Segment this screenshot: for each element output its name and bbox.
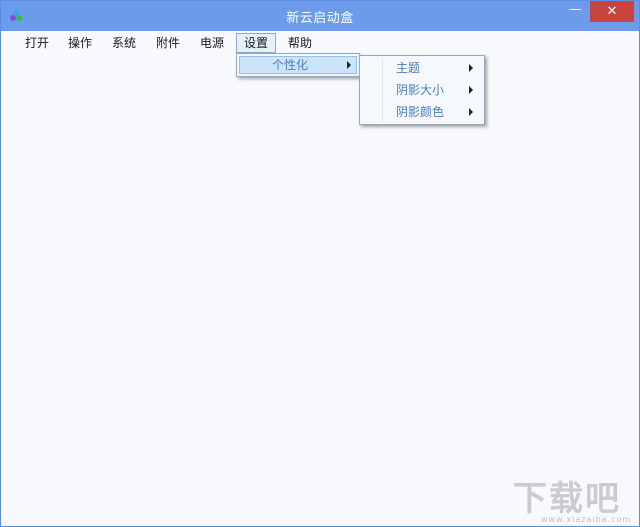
submenu-arrow-icon [469,86,473,94]
menu-power[interactable]: 电源 [193,33,231,53]
submenu-item-theme[interactable]: 主题 [362,57,482,79]
settings-dropdown: 个性化 [236,53,360,77]
menu-operation[interactable]: 操作 [61,33,99,53]
menu-help[interactable]: 帮助 [281,33,319,53]
menu-accessories[interactable]: 附件 [149,33,187,53]
window-title: 新云启动盒 [286,11,354,26]
personalize-submenu: 主题 阴影大小 阴影颜色 [359,55,485,125]
menu-item-personalize[interactable]: 个性化 [239,56,357,74]
menu-item-label: 个性化 [272,58,309,72]
submenu-arrow-icon [469,64,473,72]
app-window: 新云启动盒 — ✕ 打开 操作 系统 附件 电源 设置 帮助 个性化 主题 阴影… [0,0,640,527]
submenu-item-label: 阴影大小 [396,83,445,97]
submenu-arrow-icon [469,108,473,116]
minimize-button[interactable]: — [561,1,589,23]
close-button[interactable]: ✕ [590,1,634,22]
submenu-arrow-icon [347,61,351,69]
submenu-item-shadow-color[interactable]: 阴影颜色 [362,101,482,123]
title-bar[interactable]: 新云启动盒 — ✕ [1,1,639,31]
menu-system[interactable]: 系统 [105,33,143,53]
submenu-item-label: 阴影颜色 [396,105,445,119]
menu-settings[interactable]: 设置 [236,33,277,53]
submenu-item-label: 主题 [396,61,421,75]
menu-open[interactable]: 打开 [18,33,56,53]
watermark-url: www.xiazaiba.com [541,515,632,524]
menu-bar: 打开 操作 系统 附件 电源 设置 帮助 [1,31,639,55]
submenu-item-shadow-size[interactable]: 阴影大小 [362,79,482,101]
